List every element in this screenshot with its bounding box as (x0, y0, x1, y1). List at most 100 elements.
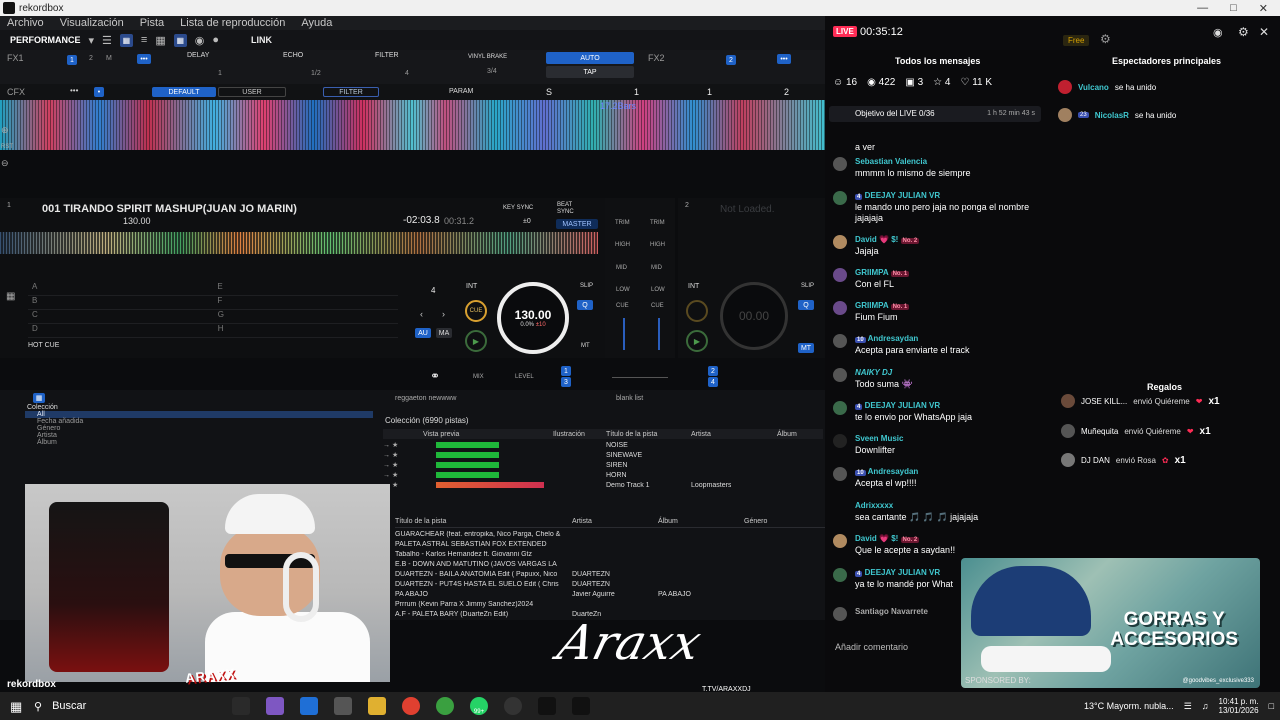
fx1-deck-1[interactable]: 1 (67, 55, 77, 65)
tree-item-fecha[interactable]: Fecha añadida (25, 418, 373, 425)
deck1-master-button[interactable]: MASTER (556, 219, 598, 229)
weather[interactable]: 13°C Mayorm. nubla... (1084, 701, 1174, 711)
explorer-icon[interactable] (368, 697, 386, 715)
crossfader[interactable] (612, 377, 668, 378)
loop-next-icon[interactable]: › (442, 309, 445, 319)
table-row[interactable]: → ★ SIREN (383, 460, 823, 470)
notification-icon[interactable]: □ (1269, 701, 1274, 711)
zoom-out-icon[interactable]: ⊖ (1, 158, 9, 169)
deck1-mt[interactable]: MT (581, 343, 590, 349)
menu-pista[interactable]: Pista (140, 16, 164, 30)
cfx-more-icon[interactable]: ••• (70, 86, 78, 95)
deck1-au-button[interactable]: AU (415, 328, 431, 338)
list-item[interactable]: GUARACHEAR (feat. entropika, Nico Parga,… (395, 529, 825, 539)
hotcue-f[interactable]: F (217, 296, 222, 309)
tree-item-genero[interactable]: Género (25, 425, 373, 432)
fx2-deck-2[interactable]: 2 (726, 55, 736, 65)
deck1-cue-button[interactable]: CUE (465, 300, 487, 322)
fx1-tap-button[interactable]: TAP (546, 66, 634, 78)
mix-deck-3[interactable]: 3 (561, 377, 571, 387)
hotcue-h[interactable]: H (218, 324, 224, 337)
hotcue-g[interactable]: G (218, 310, 224, 323)
hotcue-a[interactable]: A (32, 282, 37, 295)
cfx-user-button[interactable]: USER (218, 87, 286, 97)
deck2-slip[interactable]: SLIP (801, 283, 814, 289)
clock[interactable]: 10:41 p. m. 13/01/2026 (1219, 697, 1259, 715)
fx1-deck-2[interactable]: 2 (89, 55, 93, 62)
settings-gear-icon[interactable]: ⚙ (1100, 32, 1111, 46)
tab-all-messages[interactable]: Todos los mensajes (895, 56, 980, 66)
link-button[interactable]: LINK (251, 35, 272, 45)
list-item[interactable]: DUARTEZN - BAILA ANATOMIA Edit ( Papuxx,… (395, 569, 825, 579)
fx1-beat-3[interactable]: 4 (405, 70, 409, 77)
minimize-icon[interactable]: — (1197, 2, 1208, 15)
live-goal-bar[interactable]: Objetivo del LIVE 0/36 1 h 52 min 43 s (829, 106, 1041, 122)
rst-button[interactable]: RST (1, 144, 13, 150)
fx1-beat-2[interactable]: 1/2 (311, 70, 321, 77)
wifi-icon[interactable]: ☰ (1184, 701, 1192, 712)
list-item[interactable]: Tabalho - Karlos Hernandez ft. Giovanni … (395, 549, 825, 559)
free-badge[interactable]: Free (1063, 35, 1090, 46)
cfx-filter-button[interactable]: FILTER (323, 87, 379, 97)
hotcue-d[interactable]: D (32, 324, 38, 337)
headphones-icon[interactable]: ⚭ (430, 369, 440, 383)
hotcue-c[interactable]: C (32, 310, 38, 323)
mix-deck-4[interactable]: 4 (708, 377, 718, 387)
rekordbox-taskbar-icon[interactable] (572, 697, 590, 715)
list-item[interactable]: DUARTEZN - PUT4S HASTA EL SUELO Edit ( C… (395, 579, 825, 589)
table-row[interactable]: → ★ NOISE (383, 440, 823, 450)
deck1-key-sync[interactable]: KEY SYNC (503, 205, 533, 211)
task-view-icon[interactable] (232, 697, 250, 715)
tree-item-album[interactable]: Álbum (25, 439, 373, 446)
menu-ayuda[interactable]: Ayuda (301, 16, 332, 30)
fx1-effect-filter[interactable]: FILTER (375, 52, 399, 59)
store-icon[interactable] (334, 697, 352, 715)
maximize-icon[interactable]: □ (1230, 2, 1237, 15)
list2-col-title[interactable]: Título de la pista (395, 518, 572, 527)
list-item[interactable]: PALETA ASTRAL SEBASTIAN FOX EXTENDED (395, 539, 825, 549)
mixer-icon[interactable]: ▦ (173, 33, 187, 47)
mixer-cue-2[interactable]: CUE (651, 303, 664, 309)
cfx-toggle[interactable]: • (94, 87, 104, 97)
deck2-jog[interactable]: 00.00 (720, 282, 788, 350)
windows-start-icon[interactable]: ▦ (10, 699, 22, 715)
tiktok-icon[interactable] (538, 697, 556, 715)
fx1-effect-delay[interactable]: DELAY (187, 52, 209, 59)
user-icon[interactable]: ● (212, 34, 219, 46)
obs-icon[interactable] (504, 697, 522, 715)
fx1-auto-button[interactable]: AUTO (546, 52, 634, 64)
close-icon[interactable]: ✕ (1259, 2, 1268, 15)
waveform-icon[interactable]: ≡ (141, 34, 147, 46)
deck1-int[interactable]: INT (466, 283, 477, 290)
list-item[interactable]: Prrrum (Kevin Parra X Jimmy Sanchez)2024 (395, 599, 825, 609)
loop-prev-icon[interactable]: ‹ (420, 309, 423, 319)
chevron-down-icon[interactable]: ▾ (89, 34, 95, 47)
deck1-q-button[interactable]: Q (577, 300, 593, 310)
playlist-tab[interactable]: reggaeton newwww (395, 395, 456, 402)
tab-top-viewers[interactable]: Espectadores principales (1112, 56, 1221, 66)
mix-deck-1[interactable]: 1 (561, 366, 571, 376)
blank-list-tab[interactable]: blank list (616, 395, 643, 402)
chrome-icon[interactable] (402, 697, 420, 715)
zoom-in-icon[interactable]: ⊕ (1, 125, 9, 136)
close-chat-icon[interactable]: ✕ (1259, 25, 1269, 39)
fx2-more-button[interactable]: ••• (777, 54, 791, 64)
fx1-beat-1[interactable]: 1 (218, 70, 222, 77)
col-title[interactable]: Título de la pista (606, 431, 691, 438)
col-artist[interactable]: Artista (691, 431, 777, 438)
chrome-2-icon[interactable] (436, 697, 454, 715)
edge-icon[interactable] (300, 697, 318, 715)
comment-input[interactable]: Añadir comentario (825, 634, 965, 666)
fx1-beat-4[interactable]: 3/4 (487, 68, 497, 75)
col-preview[interactable]: Vista previa (423, 431, 553, 438)
volume-icon[interactable]: ♫ (1202, 701, 1209, 711)
list2-col-artist[interactable]: Artista (572, 518, 658, 527)
cfx-default-button[interactable]: DEFAULT (152, 87, 216, 97)
menu-archivo[interactable]: Archivo (7, 16, 44, 30)
gear-icon[interactable]: ⚙ (1238, 25, 1249, 39)
deck2-q-button[interactable]: Q (798, 300, 814, 310)
fx1-more-button[interactable]: ••• (137, 54, 151, 64)
mixer-cue-1[interactable]: CUE (616, 303, 629, 309)
layout-icon[interactable]: ▦ (119, 33, 133, 47)
channel-fader-2[interactable] (658, 318, 660, 350)
